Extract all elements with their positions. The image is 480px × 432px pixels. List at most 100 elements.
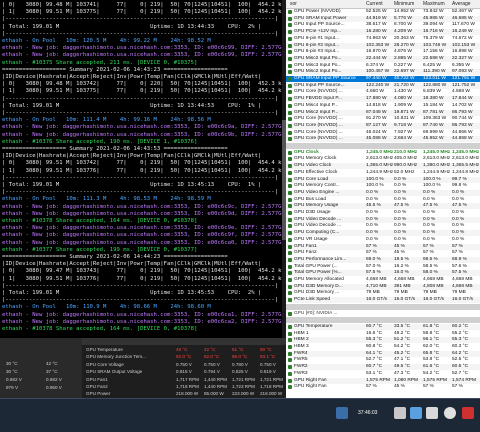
terminal-line: ethash - #10375 Share accepted, 211 ms. … — [2, 59, 198, 66]
sensor-current: 53.1 °C — [366, 370, 383, 376]
gpu-sensor-row[interactable]: GPU Memory Junction Tem... 92.0 °C 62.0 °C… — [84, 353, 284, 360]
hwinfo-sensor-row[interactable]: GPU Computing (C... 0.0 % 0.0 % 0.0 % 0.0 % — [286, 230, 480, 237]
col-current[interactable]: Current — [366, 1, 383, 7]
close-icon[interactable] — [462, 407, 474, 419]
hwinfo-sensor-row[interactable]: HBM 1 15.6 °C 49.2 °C 56.8 °C 55.2 °C — [286, 331, 480, 337]
hwinfo-sensor-row[interactable]: GPU SRAM Input PP Source 97.440 W 40.722 W… — [286, 76, 480, 82]
hwinfo-sensor-row[interactable]: GPU Misc2 Input Po... 100.457 W 22.697 W 11… — [286, 69, 480, 76]
hwinfo-sensor-row[interactable]: GPU Video Clock 1,365.0 MHz 990.0 MHz 1,380… — [286, 163, 480, 170]
hwinfo-sensor-row[interactable]: GPU 8-pin #3 Input... 16.970 W 4.876 W 17.1… — [286, 49, 480, 55]
hwinfo-sensor-row[interactable]: GPU Core Load 100.0 % 0.0 % 100.0 % 99.7 % — [286, 176, 480, 183]
hwinfo-sensor-row[interactable]: GPU Core (NVVDD) ... 45.088 W 2.664 W 45.95… — [286, 136, 480, 143]
hwinfo-sensor-row[interactable]: GPU Core (NVVDD) ... 91.270 W 10.831 W 109.… — [286, 116, 480, 122]
hwinfo-sensor-row[interactable]: GPU Fan2 57 % 45 % 57 % 57 % — [286, 250, 480, 256]
hwinfo-sensor-row[interactable]: Total GPU Power (... 57.0 % 16.2 % 58.5 % 57… — [286, 264, 480, 270]
hwinfo-sensor-row[interactable]: GPU 8-pin #2 Input... 102.353 W 28.270 W 10… — [286, 42, 480, 49]
sensor-name: HBM 2 — [294, 337, 309, 343]
gpu-sensor-avg: 93.1 °C — [260, 354, 276, 360]
col-average[interactable]: Average — [452, 1, 471, 7]
gpu-sensor-max: 0.825 V — [232, 369, 248, 375]
hwinfo-sensor-row[interactable]: FWR2 60.7 °C 49.5 °C 61.6 °C 60.5 °C — [286, 364, 480, 371]
sensor-icon — [288, 291, 292, 296]
app-tray-icon[interactable] — [410, 407, 422, 419]
hwinfo-sensor-row[interactable]: GPU Clock 1,245.0 MHz 210.0 MHz 1,245.0 MHz… — [286, 150, 480, 156]
hwinfo-sensor-row[interactable]: GPU Video Decode ... 0.0 % 0.0 % 0.0 % 0.0 % — [286, 216, 480, 223]
hwinfo-sensor-row[interactable]: GPU Video Decode ... 0.0 % 0.0 % 0.0 % 0.0 % — [286, 223, 480, 229]
taskbar-clock[interactable]: 37:46:03 — [358, 410, 377, 416]
hwinfo-sensor-row[interactable]: GPU Bus Load 0.0 % 0.0 % 0.0 % 0.0 % — [286, 197, 480, 203]
miner-terminal[interactable]: | 0| 3080| 99.48 M| 103741| 77| 0| 219| … — [0, 0, 284, 338]
gpu-sensor-row[interactable]: GPU Fan1 1,717 RPM 1,440 RPM 1,721 RPM 1,721… — [84, 376, 284, 383]
hwinfo-sensor-row[interactable]: GPU D3D Usage 0.0 % 0.0 % 0.0 % 0.0 % — [286, 210, 480, 216]
hwinfo-sensor-row[interactable]: GPU Misc2 Input Po... 22.444 W 2.885 W 22.5… — [286, 55, 480, 62]
hwinfo-sensor-row[interactable]: GPU Memory Usage 45.5 % 47.5 % 47.5 % 47.5 % — [286, 203, 480, 210]
gpu-sensor-row[interactable]: GPU Temperature 49 °C 42 °C 51 °C 50 °C — [84, 346, 284, 353]
hwinfo-sensor-row[interactable]: GPU Performance Lim... 69.0 % 18.5 % 69.5 %… — [286, 256, 480, 263]
hwinfo-sensor-row[interactable]: GPU FBVDD Input P... 17.880 W 4.080 W 18.38… — [286, 96, 480, 103]
gpu-sensor-min: 42 °C — [204, 347, 216, 352]
hwinfo-sensor-row[interactable]: GPU SRAM Input Power 44.919 W 5.776 W 45.98… — [286, 15, 480, 22]
sensor-max: 54.2 °C — [423, 370, 440, 376]
sensor-icon — [288, 278, 292, 282]
sensor-icon — [288, 43, 292, 48]
hwinfo-sensor-row[interactable]: GPU Input PP Source... 38.617 W 8.700 W 39.… — [286, 22, 480, 28]
network-icon[interactable] — [336, 407, 348, 419]
sensor-min: 0.0 % — [394, 176, 407, 182]
sensor-icon — [288, 77, 292, 81]
sensor-min: 1,080 RPM — [394, 377, 418, 383]
hwinfo-sensor-row[interactable]: GPU Misc4 Input P... 14.818 W 1.909 W 15.18… — [286, 103, 480, 109]
sensor-name: GPU Memory Allocated — [294, 277, 344, 282]
hwinfo-sensor-row[interactable]: GPU Right Fan 1,575 RPM 1,080 RPM 1,575 RPM… — [286, 377, 480, 384]
hwinfo-sensor-row[interactable]: GPU Right Fan 57 % 45 % 57 % 57 % — [286, 384, 480, 390]
gpu-sensor-row[interactable]: GPU Core Voltage 0.750 V 0.750 V 0.780 V 0.7… — [84, 361, 284, 368]
hwinfo-sensor-row[interactable]: GPU VR Usage 0.0 % 0.0 % 0.0 % 0.0 % — [286, 237, 480, 243]
gpu-sensor-row[interactable]: GPU SRAM Output Voltage 0.815 V 0.794 V 0.8… — [84, 368, 284, 375]
hwinfo-sensor-row[interactable]: GPU Misc2 Input P... 87.048 W 19.871 W 87.7… — [286, 109, 480, 116]
hwinfo-sensor-row[interactable]: GPU D3D Memory D... 4,710 MB 391 MB 4,808 M… — [286, 283, 480, 290]
terminal-line: ethash - #10376 Share accepted, 190 ms. … — [2, 138, 198, 145]
hwinfo-sensor-row[interactable]: GPU PCIe +12V Inp... 16.280 W 4.209 W 16.71… — [286, 29, 480, 36]
hwinfo-sensor-row[interactable]: GPU Video Engine ... 0.0 % 0.0 % 0.0 % 0.0 % — [286, 189, 480, 196]
gpu-sensor-row[interactable]: GPU Fan2 1,718 RPM 1,440 RPM 1,723 RPM 1,718… — [84, 383, 284, 390]
gpu-sensor-avg: 218.000 W — [260, 391, 283, 397]
hwinfo-sensor-row[interactable]: GPU Power (NVVDD) 52.525 W 14.952 W 73.842 … — [286, 9, 480, 15]
terminal-line: |ID|Device|Hashrate|Accept|Reject|Inv|Po… — [2, 153, 262, 160]
hwinfo-sensor-row[interactable]: GPU D3D Memory ... 79 MB 79 MB 79 MB 79 MB — [286, 290, 480, 296]
col-sensor[interactable]: sor — [290, 1, 297, 7]
sensor-max: 16.0 GT/s — [423, 297, 445, 303]
hwinfo-sensor-row[interactable]: FWR3 53.1 °C 47.3 °C 54.2 °C 52.7 °C — [286, 371, 480, 377]
hwinfo-sensor-row[interactable]: GPU Memory Clock 2,613.0 MHz 405.0 MHz 2,61… — [286, 156, 480, 162]
col-minimum[interactable]: Minimum — [394, 1, 414, 7]
hwinfo-sensor-row[interactable]: GPU Fan1 57 % 45 % 57 % 57 % — [286, 243, 480, 250]
hwinfo-sensor-row[interactable]: HBM 3 60.8 °C 54.2 °C 62.0 °C 60.3 °C — [286, 344, 480, 350]
sensor-name: GPU Core (NVVDD) ... — [294, 129, 343, 135]
side-sensor-value: 37 °C — [46, 369, 58, 374]
sensor-icon — [288, 231, 292, 236]
hwinfo-sensor-row[interactable]: GPU Core (NVVDD) ... 4.660 W 1.430 W 5.839 … — [286, 89, 480, 95]
sensor-icon — [288, 97, 292, 102]
sensor-min: 7.927 W — [394, 129, 412, 135]
hwinfo-sensor-window[interactable]: sor Current Minimum Maximum Average GPU … — [286, 0, 480, 398]
hwinfo-sensor-row[interactable]: Total GPU Power [%... 57.5 % 16.0 % 58.0 % 5… — [286, 270, 480, 277]
hwinfo-sensor-row[interactable]: GPU Input PP Source... 122.240 W 21.720 W 1… — [286, 82, 480, 89]
hwinfo-sensor-row[interactable]: PCIe Link Speed 16.0 GT/s 16.0 GT/s 16.0 GT… — [286, 297, 480, 304]
hwinfo-sensor-row[interactable]: GPU Core (NVVDD) ... 87.127 W 9.718 W 87.74… — [286, 122, 480, 129]
hwinfo-sensor-row[interactable]: GPU Effective Clock 1,244.9 MHz 52.0 MHz 1,… — [286, 170, 480, 176]
col-maximum[interactable]: Maximum — [423, 1, 445, 7]
sensor-avg: 0.0 % — [452, 196, 465, 202]
hwinfo-sensor-row[interactable]: FWR5 52.7 °C 47.1 °C 53.8 °C 52.5 °C — [286, 357, 480, 363]
gpu-sensor-row[interactable]: GPU Power 218.000 W 85.000 W 223.000 W 218.0… — [84, 390, 284, 397]
hwinfo-sensor-row[interactable]: FWR4 64.1 °C 45.2 °C 65.8 °C 64.2 °C — [286, 350, 480, 357]
sensor-current: 87.048 W — [366, 109, 387, 115]
hwinfo-sensor-row[interactable]: GPU Memory Allocated 4,668 MB 4,668 MB 4,66… — [286, 277, 480, 283]
gear-icon[interactable] — [444, 407, 456, 419]
monitor-icon[interactable] — [394, 407, 406, 419]
hwinfo-tray-icon[interactable] — [426, 407, 438, 419]
hwinfo-section-header[interactable]: GPU [#0]: NVIDIA ... — [286, 311, 480, 317]
hwinfo-sensor-row[interactable]: GPU Core (NVVDD) ... 45.024 W 7.927 W 69.99… — [286, 130, 480, 136]
hwinfo-sensor-row[interactable]: HBM 2 55.3 °C 51.2 °C 56.1 °C 55.3 °C — [286, 337, 480, 344]
hwinfo-sensor-row[interactable]: GPU Misc3 Input Po... 6.374 W 0.227 W 6.425… — [286, 63, 480, 69]
hwinfo-sensor-row[interactable]: GPU 8-pin #1 Input... 74.963 W 20.363 W 75.… — [286, 36, 480, 42]
hwinfo-sensor-row[interactable]: GPU Temperature 60.7 °C 33.5 °C 61.8 °C 60.2… — [286, 323, 480, 330]
hwinfo-sensor-row[interactable]: GPU Memory Contr... 100.0 % 0.0 % 100.0 % 99… — [286, 183, 480, 189]
